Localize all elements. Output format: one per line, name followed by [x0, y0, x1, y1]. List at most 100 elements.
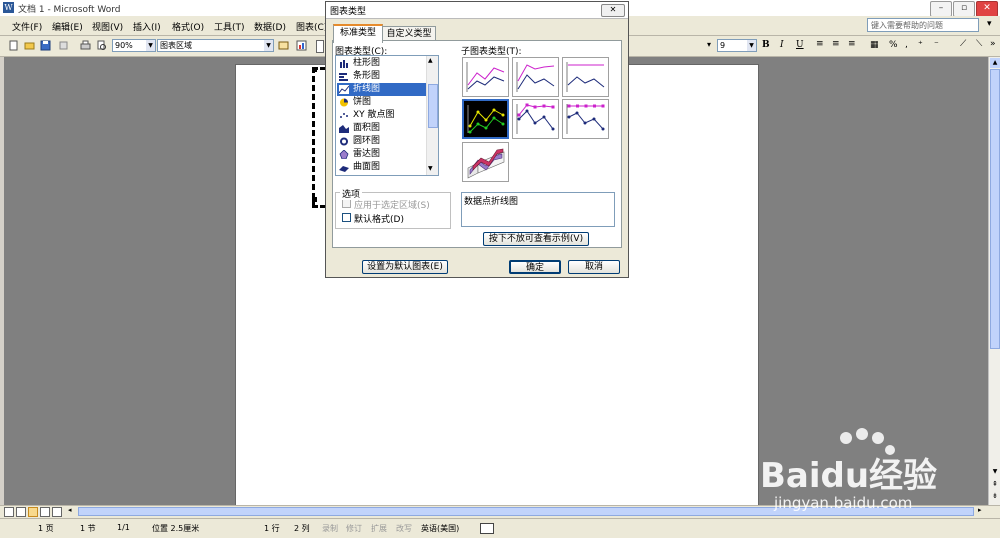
- menu-chart[interactable]: 图表(C): [296, 20, 327, 33]
- list-scroll-thumb[interactable]: [428, 84, 438, 128]
- chart-objects-dropdown-icon[interactable]: ▼: [264, 40, 273, 51]
- subtype-3d-line[interactable]: [462, 142, 509, 182]
- permission-icon[interactable]: [58, 40, 69, 51]
- percent-style-icon[interactable]: %: [889, 40, 898, 50]
- zoom-combo[interactable]: 90% ▼: [112, 39, 156, 52]
- print-icon[interactable]: [80, 40, 91, 51]
- cancel-button[interactable]: 取消: [568, 260, 620, 274]
- resize-handle[interactable]: [312, 197, 317, 202]
- status-record[interactable]: 录制: [322, 523, 338, 534]
- set-as-default-chart-button[interactable]: 设置为默认图表(E): [362, 260, 448, 274]
- print-layout-view-icon[interactable]: [28, 507, 38, 517]
- subtype-stacked-line-with-markers[interactable]: [512, 99, 559, 139]
- legend-icon[interactable]: [316, 40, 324, 53]
- default-formatting-checkbox[interactable]: [342, 213, 351, 222]
- list-item[interactable]: 条形图: [337, 70, 429, 83]
- help-search-input[interactable]: 键入需要帮助的问题: [867, 18, 979, 32]
- minimize-button[interactable]: –: [930, 1, 952, 17]
- list-item[interactable]: XY 散点图: [337, 109, 429, 122]
- line-subtype-icon: [466, 62, 505, 92]
- press-and-hold-preview-button[interactable]: 按下不放可查看示例(V): [483, 232, 589, 246]
- comma-style-icon[interactable]: ,: [905, 40, 908, 50]
- list-item[interactable]: 饼图: [337, 96, 429, 109]
- list-item[interactable]: 面积图: [337, 122, 429, 135]
- font-dropdown-icon[interactable]: ▾: [705, 39, 713, 52]
- font-size-dropdown-icon[interactable]: ▼: [747, 40, 756, 51]
- outline-view-icon[interactable]: [40, 507, 50, 517]
- dialog-close-button[interactable]: ✕: [601, 4, 625, 17]
- status-column: 2 列: [294, 524, 310, 533]
- status-overtype[interactable]: 改写: [396, 523, 412, 534]
- font-size-value: 9: [720, 41, 726, 50]
- font-size-combo[interactable]: 9 ▼: [717, 39, 757, 52]
- menu-insert[interactable]: 插入(I): [133, 20, 161, 33]
- subtype-percent-stacked-line-with-markers[interactable]: [562, 99, 609, 139]
- open-folder-icon[interactable]: [24, 40, 35, 51]
- spelling-status-icon[interactable]: [480, 523, 494, 534]
- menu-tools[interactable]: 工具(T): [214, 20, 245, 33]
- subtype-line-with-markers[interactable]: [462, 99, 509, 139]
- scroll-left-icon[interactable]: ◂: [68, 506, 72, 514]
- menu-format[interactable]: 格式(O): [172, 20, 204, 33]
- chart-type-icon[interactable]: [296, 40, 307, 51]
- angle-text-icon[interactable]: ⟋: [960, 39, 966, 49]
- italic-icon[interactable]: I: [780, 40, 784, 50]
- format-chart-area-icon[interactable]: [278, 40, 289, 51]
- save-icon[interactable]: [40, 40, 51, 51]
- scatter-chart-icon: [340, 113, 348, 118]
- zoom-dropdown-icon[interactable]: ▼: [146, 40, 155, 51]
- chart-type-list[interactable]: 柱形图 条形图 折线图 饼图 XY 散点图 面积图 圆环图 雷达图 曲面图 ▲ …: [335, 55, 439, 176]
- bold-icon[interactable]: B: [762, 40, 770, 50]
- angle-text-down-icon[interactable]: ⟍: [976, 39, 982, 49]
- align-center-icon[interactable]: ≡: [832, 39, 840, 49]
- increase-decimal-icon[interactable]: ⁺: [918, 40, 923, 50]
- next-page-icon[interactable]: ⇟: [990, 491, 1000, 501]
- close-window-button[interactable]: ✕: [976, 1, 998, 17]
- menu-data[interactable]: 数据(D): [254, 20, 286, 33]
- new-document-icon[interactable]: [8, 40, 19, 51]
- ok-button[interactable]: 确定: [509, 260, 561, 274]
- align-right-icon[interactable]: ≡: [848, 39, 856, 49]
- currency-style-icon[interactable]: ▦: [870, 40, 879, 50]
- print-preview-icon[interactable]: [96, 40, 107, 51]
- line-chart-icon: [339, 85, 349, 94]
- underline-icon[interactable]: U: [796, 40, 804, 50]
- list-item[interactable]: 柱形图: [337, 57, 429, 70]
- menu-edit[interactable]: 编辑(E): [52, 20, 83, 33]
- list-item[interactable]: 曲面图: [337, 161, 429, 174]
- list-item[interactable]: 折线图: [337, 83, 429, 96]
- web-layout-view-icon[interactable]: [16, 507, 26, 517]
- chart-type-list-scrollbar[interactable]: ▲ ▼: [426, 56, 438, 175]
- help-dropdown-icon[interactable]: ▾: [987, 19, 992, 29]
- reading-view-icon[interactable]: [52, 507, 62, 517]
- subtype-percent-stacked-line[interactable]: [562, 57, 609, 97]
- list-scroll-down-icon[interactable]: ▼: [428, 165, 433, 172]
- scroll-down-icon[interactable]: ▼: [990, 467, 1000, 477]
- zoom-value: 90%: [115, 41, 133, 50]
- align-left-icon[interactable]: ≡: [816, 39, 824, 49]
- tab-custom-types[interactable]: 自定义类型: [382, 26, 436, 41]
- decrease-decimal-icon[interactable]: ⁻: [934, 40, 939, 50]
- menu-view[interactable]: 视图(V): [92, 20, 123, 33]
- previous-page-icon[interactable]: ⇞: [990, 479, 1000, 489]
- maximize-button[interactable]: ▫: [953, 1, 975, 17]
- watermark-brand: Baidu经验: [760, 456, 938, 496]
- chart-objects-combo[interactable]: 图表区域 ▼: [157, 39, 274, 52]
- status-track-changes[interactable]: 修订: [346, 523, 362, 534]
- list-scroll-up-icon[interactable]: ▲: [428, 57, 433, 64]
- resize-handle[interactable]: [312, 67, 317, 72]
- list-item[interactable]: 圆环图: [337, 135, 429, 148]
- scroll-up-icon[interactable]: ▲: [990, 58, 1000, 68]
- normal-view-icon[interactable]: [4, 507, 14, 517]
- subtype-line[interactable]: [462, 57, 509, 97]
- list-item[interactable]: 雷达图: [337, 148, 429, 161]
- menu-file[interactable]: 文件(F): [12, 20, 42, 33]
- default-formatting-label: 默认格式(D): [354, 215, 404, 225]
- status-section: 1 节: [80, 524, 96, 533]
- tab-standard-types[interactable]: 标准类型: [333, 24, 383, 43]
- vertical-scroll-thumb[interactable]: [990, 69, 1000, 349]
- toolbar-options-icon[interactable]: »: [990, 39, 996, 49]
- apply-to-selection-checkbox[interactable]: [342, 199, 351, 208]
- status-extend[interactable]: 扩展: [371, 523, 387, 534]
- subtype-stacked-line[interactable]: [512, 57, 559, 97]
